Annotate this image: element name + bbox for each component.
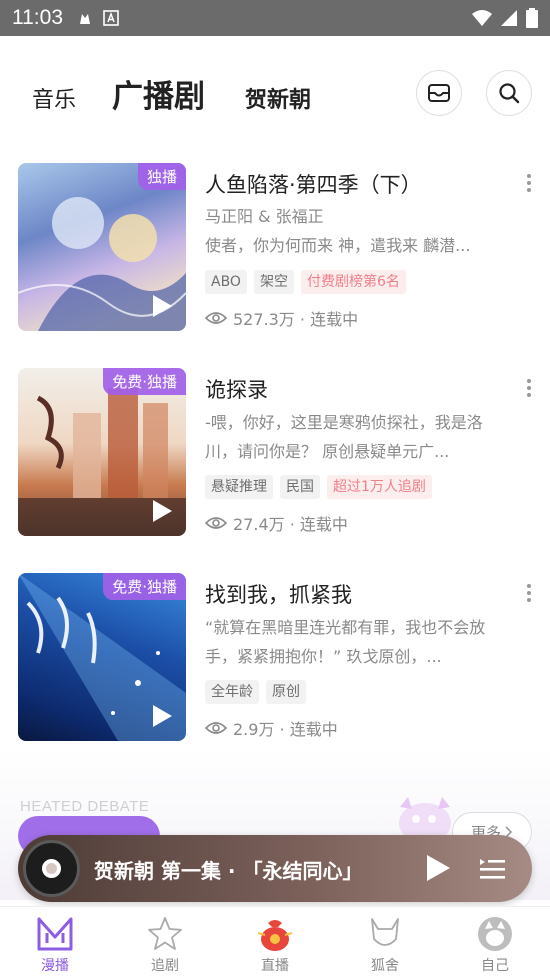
more-options-icon[interactable] (526, 378, 532, 398)
search-button[interactable] (486, 70, 532, 116)
nav-label: 直播 (261, 958, 289, 974)
more-options-icon[interactable] (526, 173, 532, 193)
lucky-bag-icon (257, 920, 293, 951)
top-nav: 音乐 广播剧 贺新朝 (0, 70, 550, 120)
fox-icon (371, 918, 399, 946)
item-description: -喂，你好，这里是寒鸦侦探社，我是洛川，请问你是？ 原创悬疑单元广... (205, 413, 483, 461)
item-description: 使者，你为何而来 神，遣我来 麟潜... (205, 236, 471, 255)
play-count: 2.9万 · 连载中 (233, 720, 338, 739)
eye-icon (205, 722, 227, 734)
eye-icon (205, 517, 227, 529)
play-icon[interactable] (424, 853, 452, 883)
disc-center (42, 859, 61, 878)
avatar (478, 917, 512, 951)
item-title[interactable]: 找到我，抓紧我 (205, 579, 352, 609)
tag[interactable]: 原创 (266, 680, 306, 704)
star-icon (148, 917, 182, 950)
tag[interactable]: ABO (205, 270, 247, 294)
followers-tag[interactable]: 超过1万人追剧 (327, 475, 432, 499)
free-exclusive-badge: 免费·独播 (103, 573, 186, 600)
item-stats: 27.4万 · 连载中 (205, 511, 348, 535)
nav-label: 追剧 (151, 958, 179, 974)
item-description: “就算在黑暗里连光都有罪，我也不会放手，紧紧拥抱你！” 玖戈原创，... (205, 618, 486, 666)
play-icon[interactable] (148, 498, 174, 524)
nav-label: 狐舍 (371, 958, 399, 974)
home-m-icon (37, 917, 73, 951)
status-time: 11:03 (12, 6, 63, 29)
item-title[interactable]: 人鱼陷落·第四季（下） (205, 169, 422, 199)
cover-image[interactable]: 免费·独播 (18, 573, 186, 741)
list-item[interactable]: 免费·独播 找到我，抓紧我 “就算在黑暗里连光都有罪，我也不会放手，紧紧拥抱你！… (0, 573, 550, 743)
nav-label: 漫播 (41, 958, 69, 974)
bottom-nav: 漫播 追剧 直播 狐舍 自己 (0, 906, 550, 979)
search-icon (499, 83, 520, 104)
tag[interactable]: 民国 (280, 475, 320, 499)
item-stats: 2.9万 · 连载中 (205, 716, 338, 740)
play-count: 527.3万 · 连载中 (233, 310, 359, 329)
nav-item-follow[interactable]: 追剧 (110, 907, 220, 979)
item-stats: 527.3万 · 连载中 (205, 306, 358, 330)
cover-image[interactable]: 免费·独播 (18, 368, 186, 536)
mini-player[interactable]: 贺新朝 第一集 · 「永结同心」 (18, 835, 532, 902)
tag[interactable]: 悬疑推理 (205, 475, 273, 499)
nav-item-me[interactable]: 自己 (440, 907, 550, 979)
list-item[interactable]: 独播 人鱼陷落·第四季（下） 马正阳 & 张福正 使者，你为何而来 神，遣我来 … (0, 163, 550, 333)
playlist-icon[interactable] (478, 855, 506, 883)
tag[interactable]: 全年龄 (205, 680, 259, 704)
nav-item-fox-house[interactable]: 狐舍 (330, 907, 440, 979)
tag-list: ABO 架空 付费剧榜第6名 (205, 270, 406, 294)
play-icon[interactable] (148, 703, 174, 729)
wifi-icon (472, 10, 492, 26)
list-item[interactable]: 免费·独播 诡探录 -喂，你好，这里是寒鸦侦探社，我是洛川，请问你是？ 原创悬疑… (0, 368, 550, 538)
status-bar: 11:03 (0, 0, 550, 36)
play-icon[interactable] (148, 293, 174, 319)
tag-list: 悬疑推理 民国 超过1万人追剧 (205, 475, 432, 499)
nav-item-live[interactable]: 直播 (220, 907, 330, 979)
cover-image[interactable]: 独播 (18, 163, 186, 331)
more-options-icon[interactable] (526, 583, 532, 603)
section-heading: HEATED DEBATE (20, 798, 150, 815)
signal-icon (501, 10, 517, 26)
item-author: 马正阳 & 张福正 (205, 207, 324, 226)
item-title[interactable]: 诡探录 (205, 374, 268, 404)
now-playing-title[interactable]: 贺新朝 第一集 · 「永结同心」 (94, 855, 363, 884)
tab-music[interactable]: 音乐 (32, 82, 76, 114)
tag-list: 全年龄 原创 (205, 680, 306, 704)
tab-audio-drama[interactable]: 广播剧 (112, 71, 205, 116)
app-notification-icon (80, 14, 90, 24)
mail-icon (428, 84, 450, 102)
font-notification-icon (103, 10, 119, 26)
exclusive-badge: 独播 (137, 163, 186, 190)
free-exclusive-badge: 免费·独播 (103, 368, 186, 395)
album-disc[interactable] (23, 840, 80, 897)
play-count: 27.4万 · 连载中 (233, 515, 348, 534)
nav-item-home[interactable]: 漫播 (0, 907, 110, 979)
tab-he-xin-chao[interactable]: 贺新朝 (245, 82, 311, 114)
tag[interactable]: 架空 (253, 270, 294, 294)
rank-tag[interactable]: 付费剧榜第6名 (300, 270, 406, 294)
mail-button[interactable] (416, 70, 462, 116)
battery-icon (526, 8, 538, 28)
nav-label: 自己 (481, 958, 509, 974)
eye-icon (205, 312, 227, 324)
